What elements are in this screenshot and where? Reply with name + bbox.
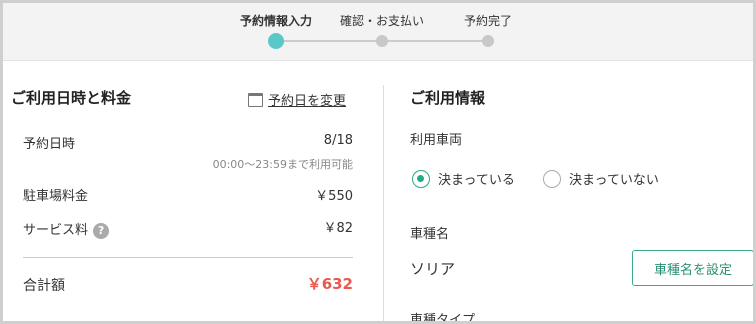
usage-info-title: ご利用情報 bbox=[410, 89, 486, 107]
parking-fee-label: 駐車場料金 bbox=[23, 189, 89, 204]
step-dot-input bbox=[268, 33, 284, 49]
parking-fee-value: ￥550 bbox=[315, 189, 353, 204]
radio-decided-circle[interactable] bbox=[412, 169, 430, 188]
step-label-input: 予約情報入力 bbox=[239, 14, 313, 28]
car-name-label: 車種名 bbox=[410, 227, 450, 242]
total-value: ￥632 bbox=[306, 275, 353, 293]
car-name-value: ソリア bbox=[410, 260, 456, 278]
car-type-label: 車種タイプ bbox=[410, 313, 476, 324]
service-fee-value: ￥82 bbox=[323, 221, 353, 236]
step-dot-confirm bbox=[376, 35, 388, 47]
total-label: 合計額 bbox=[23, 278, 65, 294]
date-value: 8/18 bbox=[323, 133, 353, 148]
step-dot-complete bbox=[482, 35, 494, 47]
total-divider bbox=[23, 257, 353, 258]
radio-undecided-circle[interactable] bbox=[543, 169, 561, 188]
progress-stepper: 予約情報入力 確認・お支払い 予約完了 bbox=[3, 3, 753, 61]
vehicle-label: 利用車両 bbox=[410, 133, 463, 148]
set-car-name-button[interactable]: 車種名を設定 bbox=[632, 250, 753, 286]
page-frame: 予約情報入力 確認・お支払い 予約完了 ご利用日時と料金 予約日を変更 予約日時… bbox=[0, 0, 756, 324]
service-fee-row: サービス料? bbox=[23, 219, 110, 239]
date-label: 予約日時 bbox=[23, 137, 76, 152]
change-date-label: 予約日を変更 bbox=[268, 94, 347, 109]
date-fee-title: ご利用日時と料金 bbox=[11, 89, 132, 107]
change-date-link[interactable]: 予約日を変更 bbox=[248, 90, 346, 109]
radio-decided[interactable]: 決まっている bbox=[412, 169, 515, 188]
radio-decided-label: 決まっている bbox=[438, 173, 515, 188]
calendar-icon bbox=[248, 92, 263, 107]
usage-info-panel: ご利用情報 利用車両 決まっている 決まっていない 車種名 ソリア 車種名を設定… bbox=[384, 61, 753, 324]
date-and-fee-panel: ご利用日時と料金 予約日を変更 予約日時 8/18 00:00〜23:59まで利… bbox=[3, 61, 381, 321]
radio-undecided[interactable]: 決まっていない bbox=[543, 169, 659, 188]
step-label-confirm: 確認・お支払い bbox=[339, 14, 425, 28]
step-label-complete: 予約完了 bbox=[463, 14, 513, 28]
radio-undecided-label: 決まっていない bbox=[569, 173, 659, 188]
date-availability: 00:00〜23:59まで利用可能 bbox=[212, 158, 353, 171]
help-icon[interactable]: ? bbox=[93, 222, 110, 239]
service-fee-label: サービス料 bbox=[23, 223, 89, 238]
